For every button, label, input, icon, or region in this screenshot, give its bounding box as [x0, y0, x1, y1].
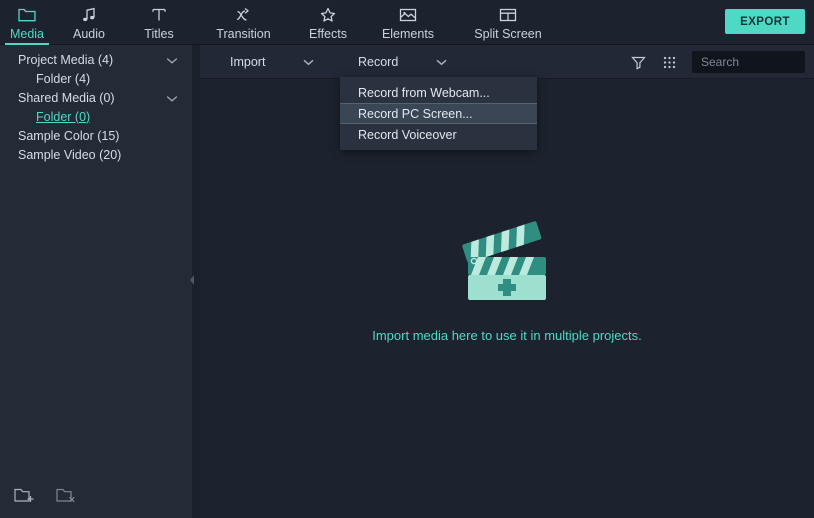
import-label: Import	[230, 55, 265, 69]
grid-dots-icon[interactable]	[661, 54, 678, 71]
nav-tab-split-screen[interactable]: Split Screen	[453, 0, 563, 45]
export-button[interactable]: EXPORT	[725, 9, 805, 34]
sidebar-item-label: Folder (0)	[36, 110, 90, 124]
nav-tab-effects[interactable]: Effects	[293, 0, 363, 45]
menu-item-label: Record PC Screen...	[358, 107, 473, 121]
nav-tab-audio[interactable]: Audio	[54, 0, 124, 45]
sidebar-item-shared-media-0[interactable]: Shared Media (0)	[0, 88, 192, 107]
nav-tab-label: Media	[10, 27, 44, 41]
search-box[interactable]	[692, 51, 805, 73]
record-label: Record	[358, 55, 398, 69]
zigzag-arrow-icon	[234, 5, 254, 24]
chevron-down-icon	[303, 55, 314, 69]
sidebar-item-label: Shared Media (0)	[18, 91, 115, 105]
nav-tab-titles[interactable]: Titles	[124, 0, 194, 45]
media-toolbar: Import Record	[200, 45, 814, 79]
grid-layout-icon	[498, 5, 518, 24]
nav-tab-list: Media Audio Titles Transition Effects Ele…	[0, 0, 563, 45]
nav-tab-label: Titles	[144, 27, 173, 41]
music-note-icon	[79, 5, 99, 24]
top-navigation-bar: Media Audio Titles Transition Effects Ele…	[0, 0, 814, 45]
image-icon	[398, 5, 418, 24]
nav-tab-label: Effects	[309, 27, 347, 41]
nav-tab-elements[interactable]: Elements	[363, 0, 453, 45]
clapperboard-plus-icon	[459, 215, 555, 306]
sidebar-item-folder-0[interactable]: Folder (0)	[0, 107, 192, 126]
sidebar-item-list: Project Media (4) Folder (4) Shared Media…	[0, 45, 192, 164]
sidebar-item-sample-video-20[interactable]: Sample Video (20)	[0, 145, 192, 164]
search-input[interactable]	[693, 55, 814, 69]
sidebar-item-folder-4[interactable]: Folder (4)	[0, 69, 192, 88]
folder-icon	[17, 5, 37, 24]
chevron-down-icon[interactable]	[166, 54, 178, 68]
sparkle-star-icon	[318, 5, 338, 24]
new-folder-icon[interactable]	[14, 486, 36, 509]
filter-funnel-icon[interactable]	[630, 54, 647, 71]
menu-item-record-from-webcam[interactable]: Record from Webcam...	[340, 82, 537, 103]
record-dropdown-menu: Record from Webcam... Record PC Screen...…	[340, 77, 537, 150]
editor-window: Media Audio Titles Transition Effects Ele…	[0, 0, 814, 518]
empty-state-text: Import media here to use it in multiple …	[372, 328, 642, 343]
chevron-down-icon	[436, 55, 447, 69]
nav-tab-label: Split Screen	[474, 27, 541, 41]
import-menu-button[interactable]: Import	[230, 45, 314, 79]
sidebar-item-label: Sample Video (20)	[18, 148, 121, 162]
chevron-down-icon[interactable]	[166, 92, 178, 106]
media-library-sidebar: Project Media (4) Folder (4) Shared Media…	[0, 45, 192, 518]
sidebar-item-label: Sample Color (15)	[18, 129, 119, 143]
empty-state: Import media here to use it in multiple …	[372, 215, 642, 343]
menu-item-label: Record Voiceover	[358, 128, 457, 142]
sidebar-item-sample-color-15[interactable]: Sample Color (15)	[0, 126, 192, 145]
delete-folder-icon[interactable]	[56, 486, 78, 509]
text-t-icon	[149, 5, 169, 24]
menu-item-label: Record from Webcam...	[358, 86, 490, 100]
menu-item-record-pc-screen[interactable]: Record PC Screen...	[340, 103, 537, 124]
record-menu-button[interactable]: Record	[358, 45, 447, 79]
sidebar-item-label: Folder (4)	[36, 72, 90, 86]
sidebar-item-project-media-4[interactable]: Project Media (4)	[0, 50, 192, 69]
sidebar-bottom-toolbar	[0, 476, 192, 518]
sidebar-item-label: Project Media (4)	[18, 53, 113, 67]
nav-tab-label: Elements	[382, 27, 434, 41]
nav-tab-label: Audio	[73, 27, 105, 41]
sidebar-collapse-arrow-icon[interactable]	[188, 272, 196, 288]
nav-tab-label: Transition	[216, 27, 270, 41]
nav-tab-transition[interactable]: Transition	[194, 0, 293, 45]
nav-tab-media[interactable]: Media	[0, 0, 54, 45]
menu-item-record-voiceover[interactable]: Record Voiceover	[340, 124, 537, 145]
